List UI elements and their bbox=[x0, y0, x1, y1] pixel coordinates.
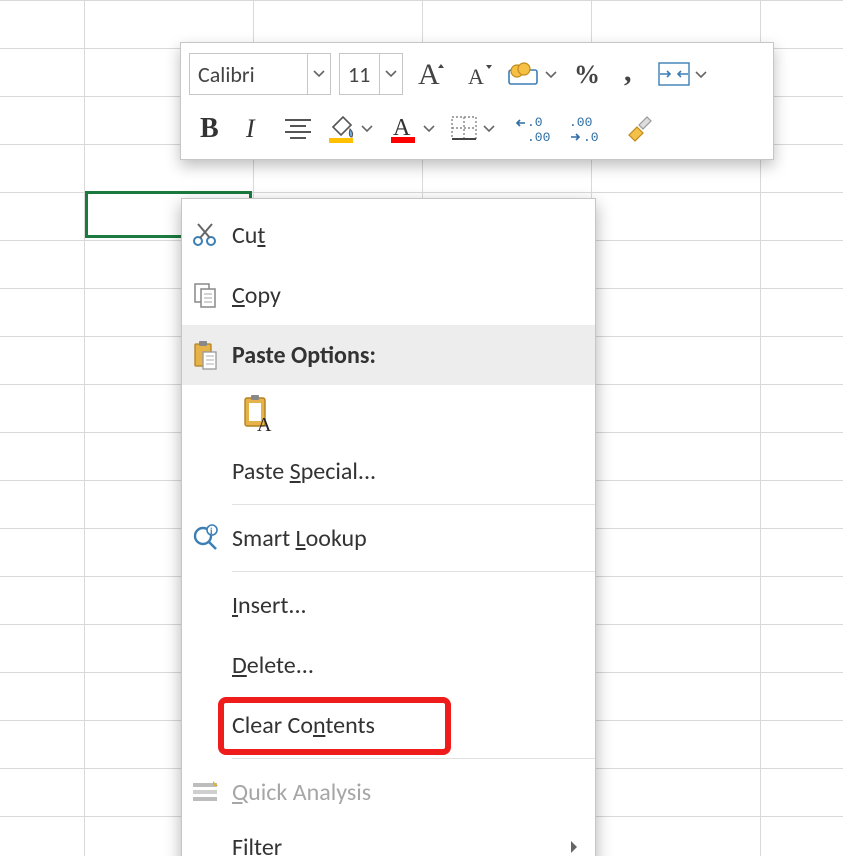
chevron-down-icon[interactable] bbox=[379, 54, 402, 94]
mini-toolbar-row-1: Calibri 11 A A bbox=[189, 48, 765, 100]
menu-label: Delete... bbox=[228, 651, 583, 680]
svg-text:I: I bbox=[245, 114, 256, 143]
chevron-down-icon[interactable] bbox=[361, 119, 373, 138]
svg-text:.0: .0 bbox=[527, 115, 543, 130]
menu-smart-lookup[interactable]: i Smart Lookup bbox=[182, 508, 595, 568]
chevron-down-icon[interactable] bbox=[545, 65, 557, 84]
font-name-value: Calibri bbox=[190, 54, 307, 94]
money-icon bbox=[507, 60, 541, 88]
menu-delete[interactable]: Delete... bbox=[182, 635, 595, 695]
mini-toolbar: Calibri 11 A A bbox=[180, 42, 774, 160]
mini-toolbar-row-2: B I A bbox=[189, 102, 765, 154]
clipboard-icon bbox=[182, 340, 228, 370]
menu-label: Quick Analysis bbox=[228, 778, 583, 807]
paste-options-row: A bbox=[182, 385, 595, 441]
menu-label: Paste Options: bbox=[228, 341, 583, 370]
svg-text:A: A bbox=[257, 414, 272, 433]
paste-keep-text-button[interactable]: A bbox=[232, 389, 284, 437]
menu-filter[interactable]: Filter bbox=[182, 822, 595, 856]
menu-cut[interactable]: Cut bbox=[182, 205, 595, 265]
svg-text:%: % bbox=[574, 60, 600, 89]
accounting-format-button[interactable] bbox=[507, 54, 559, 94]
font-size-value: 11 bbox=[340, 54, 379, 94]
menu-label: Cut bbox=[228, 221, 583, 250]
quick-analysis-icon bbox=[182, 779, 228, 805]
menu-insert[interactable]: Insert... bbox=[182, 575, 595, 635]
borders-icon bbox=[449, 114, 479, 142]
menu-copy[interactable]: Copy bbox=[182, 265, 595, 325]
chevron-down-icon[interactable] bbox=[307, 54, 330, 94]
copy-icon bbox=[182, 281, 228, 309]
menu-label: Filter bbox=[228, 833, 565, 856]
borders-button[interactable] bbox=[449, 108, 503, 148]
bold-button[interactable]: B bbox=[195, 108, 229, 148]
svg-text:.00: .00 bbox=[527, 130, 550, 143]
menu-quick-analysis: Quick Analysis bbox=[182, 762, 595, 822]
submenu-arrow-icon bbox=[565, 840, 583, 854]
increase-decimal-button[interactable]: .0 .00 bbox=[511, 108, 557, 148]
clipboard-a-icon: A bbox=[239, 393, 277, 433]
menu-label: Clear Contents bbox=[228, 711, 583, 740]
menu-paste-special[interactable]: Paste Special... bbox=[182, 441, 595, 501]
decrease-font-icon[interactable]: A bbox=[459, 54, 499, 94]
merge-center-button[interactable] bbox=[657, 54, 709, 94]
menu-clear-contents[interactable]: Clear Contents bbox=[182, 695, 595, 755]
decrease-decimal-button[interactable]: .00 .0 bbox=[565, 108, 611, 148]
merge-icon bbox=[657, 61, 691, 87]
chevron-down-icon[interactable] bbox=[695, 65, 707, 84]
menu-separator bbox=[232, 504, 595, 505]
menu-label: Smart Lookup bbox=[228, 524, 583, 553]
percent-style-button[interactable]: % bbox=[567, 54, 607, 94]
font-color-button[interactable]: A bbox=[387, 108, 441, 148]
font-size-dropdown[interactable]: 11 bbox=[339, 53, 403, 95]
center-align-button[interactable] bbox=[279, 108, 317, 148]
format-painter-button[interactable] bbox=[619, 108, 659, 148]
menu-separator bbox=[232, 571, 595, 572]
fill-color-button[interactable] bbox=[325, 108, 379, 148]
svg-text:,: , bbox=[624, 59, 632, 88]
menu-label: Insert... bbox=[228, 591, 583, 620]
comma-style-button[interactable]: , bbox=[615, 54, 649, 94]
paintbrush-icon bbox=[623, 113, 655, 143]
chevron-down-icon[interactable] bbox=[483, 119, 495, 138]
menu-paste-options-header: Paste Options: bbox=[182, 325, 595, 385]
paint-bucket-icon bbox=[325, 113, 357, 143]
svg-text:A: A bbox=[468, 64, 484, 89]
svg-text:.0: .0 bbox=[583, 130, 599, 143]
menu-label: Copy bbox=[228, 281, 583, 310]
svg-text:.00: .00 bbox=[569, 115, 592, 130]
italic-button[interactable]: I bbox=[237, 108, 271, 148]
increase-font-icon[interactable]: A bbox=[411, 54, 451, 94]
svg-text:A: A bbox=[418, 58, 440, 90]
font-color-icon: A bbox=[387, 113, 419, 143]
svg-text:B: B bbox=[200, 113, 219, 143]
font-name-dropdown[interactable]: Calibri bbox=[189, 53, 331, 95]
menu-label: Paste Special... bbox=[228, 457, 583, 486]
context-menu: Cut Copy Paste Options: bbox=[181, 198, 596, 856]
chevron-down-icon[interactable] bbox=[423, 119, 435, 138]
smart-lookup-icon: i bbox=[182, 524, 228, 552]
scissors-icon bbox=[182, 222, 228, 248]
menu-separator bbox=[232, 758, 595, 759]
